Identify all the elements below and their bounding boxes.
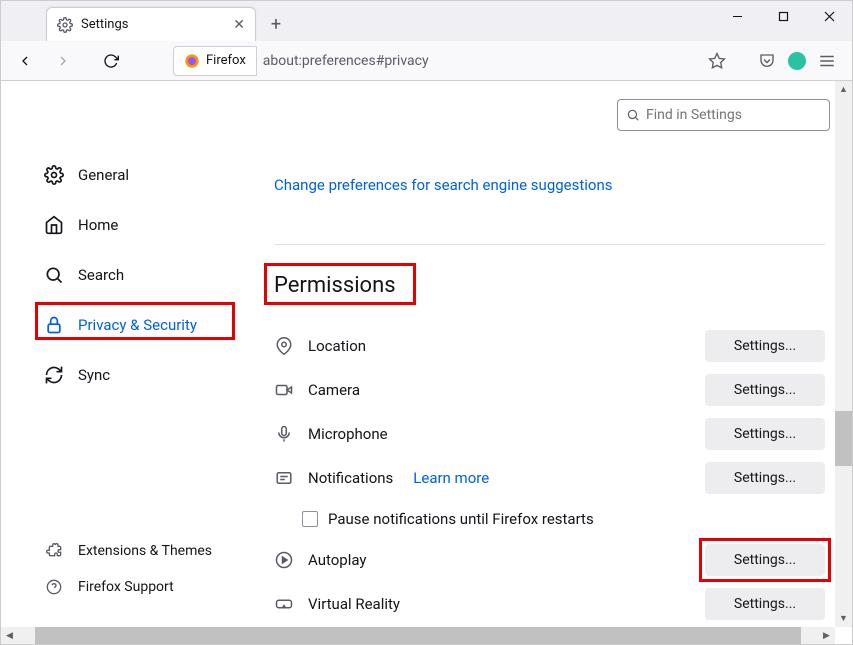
extension-icon[interactable]	[788, 52, 806, 70]
maximize-button[interactable]	[760, 1, 806, 31]
minimize-button[interactable]	[714, 1, 760, 31]
content-area: General Home Search Privacy & Security	[1, 81, 852, 644]
autoplay-icon	[274, 550, 294, 570]
sidebar-item-label: Home	[78, 216, 118, 234]
settings-search[interactable]	[617, 99, 830, 131]
sidebar-item-label: Firefox Support	[78, 579, 174, 595]
permission-row-vr: Virtual Reality Settings...	[274, 582, 825, 626]
sidebar-item-support[interactable]: Firefox Support	[36, 571, 246, 603]
settings-button-camera[interactable]: Settings...	[705, 374, 825, 406]
pocket-icon[interactable]	[758, 52, 776, 70]
checkbox-icon[interactable]	[302, 511, 318, 527]
settings-button-location[interactable]: Settings...	[705, 330, 825, 362]
toolbar-actions	[708, 52, 844, 70]
scroll-right-arrow-icon[interactable]: ▶	[818, 627, 835, 644]
gear-icon	[57, 17, 73, 33]
scroll-left-arrow-icon[interactable]: ◀	[1, 627, 18, 644]
location-icon	[274, 336, 294, 356]
tab-title: Settings	[81, 17, 128, 32]
address-bar[interactable]	[257, 46, 642, 76]
settings-button-vr[interactable]: Settings...	[705, 588, 825, 620]
permission-label: Location	[308, 337, 366, 355]
toolbar: Firefox	[1, 41, 852, 81]
sidebar-item-label: Extensions & Themes	[78, 543, 212, 559]
notification-icon	[274, 468, 294, 488]
scroll-down-arrow-icon[interactable]: ▼	[835, 610, 852, 627]
settings-search-input[interactable]	[646, 107, 824, 123]
titlebar: Settings ✕ +	[1, 1, 852, 41]
settings-pane: Change preferences for search engine sug…	[246, 81, 835, 627]
section-title: Permissions	[274, 265, 416, 306]
permission-row-microphone: Microphone Settings...	[274, 412, 825, 456]
checkbox-label: Pause notifications until Firefox restar…	[328, 510, 594, 528]
browser-tab[interactable]: Settings ✕	[46, 7, 256, 41]
sidebar-item-label: Search	[78, 266, 124, 284]
sidebar-item-general[interactable]: General	[36, 155, 246, 195]
sidebar-item-label: Sync	[78, 366, 110, 384]
permission-label: Microphone	[308, 425, 388, 443]
scrollbar-thumb[interactable]	[835, 411, 852, 466]
window-frame: Settings ✕ + Firefox	[0, 0, 853, 645]
help-icon	[44, 577, 64, 597]
address-bar-wrap: Firefox	[173, 46, 642, 76]
puzzle-icon	[44, 541, 64, 561]
settings-button-notifications[interactable]: Settings...	[705, 462, 825, 494]
sidebar-item-label: Privacy & Security	[78, 316, 197, 334]
forward-button[interactable]	[47, 46, 79, 76]
menu-icon[interactable]	[818, 52, 836, 70]
sidebar-item-home[interactable]: Home	[36, 205, 246, 245]
sidebar-item-privacy[interactable]: Privacy & Security	[36, 305, 246, 345]
sync-icon	[44, 365, 64, 385]
permission-label: Virtual Reality	[308, 595, 400, 613]
microphone-icon	[274, 424, 294, 444]
settings-button-autoplay[interactable]: Settings...	[705, 544, 825, 576]
scroll-up-arrow-icon[interactable]: ▲	[835, 81, 852, 98]
pause-notifications-checkbox-row[interactable]: Pause notifications until Firefox restar…	[274, 500, 825, 538]
sidebar: General Home Search Privacy & Security	[1, 81, 246, 627]
sidebar-item-search[interactable]: Search	[36, 255, 246, 295]
home-icon	[44, 215, 64, 235]
permission-label: Autoplay	[308, 551, 367, 569]
bookmark-star-icon[interactable]	[708, 52, 726, 70]
window-controls	[714, 1, 852, 31]
sidebar-item-label: General	[78, 166, 129, 184]
search-suggestions-link[interactable]: Change preferences for search engine sug…	[274, 176, 613, 194]
permission-row-autoplay: Autoplay Settings...	[274, 538, 825, 582]
new-tab-button[interactable]: +	[262, 10, 290, 38]
search-icon	[44, 265, 64, 285]
scrollbar-thumb[interactable]	[35, 627, 801, 644]
permission-label: Notifications	[308, 469, 393, 487]
close-tab-icon[interactable]: ✕	[233, 17, 245, 33]
permission-row-camera: Camera Settings...	[274, 368, 825, 412]
firefox-icon	[184, 53, 200, 69]
divider	[274, 244, 825, 245]
permission-row-notifications: Notifications Learn more Settings...	[274, 456, 825, 500]
permission-row-location: Location Settings...	[274, 324, 825, 368]
permission-label: Camera	[308, 381, 360, 399]
main-area: General Home Search Privacy & Security	[1, 81, 852, 644]
vertical-scrollbar[interactable]: ▲ ▼	[835, 81, 852, 627]
gear-icon	[44, 165, 64, 185]
identity-label: Firefox	[206, 53, 246, 68]
horizontal-scrollbar[interactable]: ◀ ▶	[1, 627, 835, 644]
camera-icon	[274, 380, 294, 400]
close-window-button[interactable]	[806, 1, 852, 31]
sidebar-item-sync[interactable]: Sync	[36, 355, 246, 395]
vr-icon	[274, 594, 294, 614]
sidebar-item-extensions[interactable]: Extensions & Themes	[36, 535, 246, 567]
reload-button[interactable]	[95, 46, 127, 76]
site-identity[interactable]: Firefox	[173, 46, 257, 76]
back-button[interactable]	[9, 46, 41, 76]
settings-button-microphone[interactable]: Settings...	[705, 418, 825, 450]
learn-more-link[interactable]: Learn more	[413, 469, 489, 487]
search-icon	[626, 108, 640, 122]
lock-icon	[44, 315, 64, 335]
